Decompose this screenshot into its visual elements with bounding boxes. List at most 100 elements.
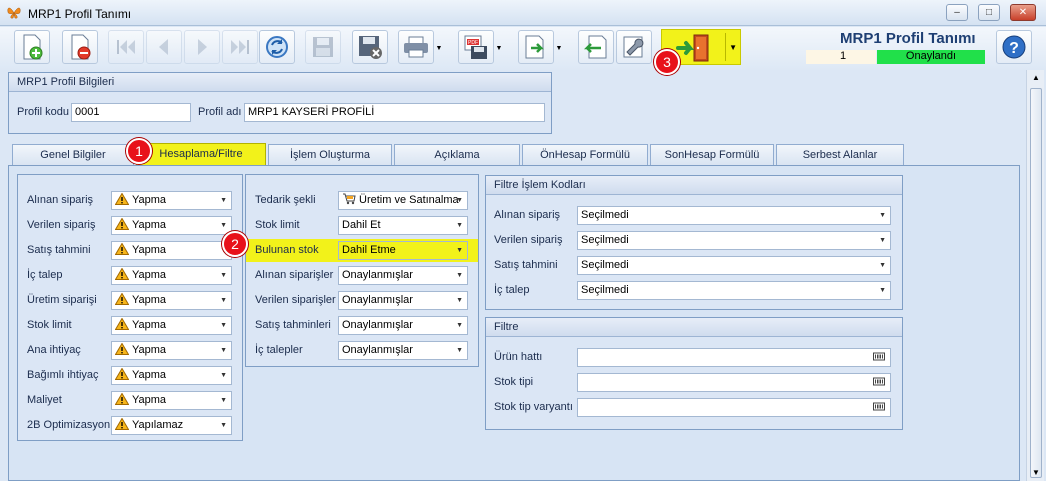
barcode-icon[interactable]: [873, 376, 887, 388]
warning-icon: [115, 218, 129, 230]
cancel-save-button[interactable]: [352, 30, 388, 64]
left-field-value: Yapma: [132, 369, 167, 381]
filter-code-label: Alınan sipariş: [494, 209, 561, 221]
tab-sonhesap-formulu[interactable]: SonHesap Formülü: [650, 144, 774, 165]
scroll-up-arrow[interactable]: ▲: [1027, 70, 1045, 86]
filter-code-select[interactable]: Seçilmedi ▼: [577, 206, 891, 225]
left-field-label: Stok limit: [27, 319, 72, 331]
help-icon: ?: [1002, 35, 1026, 59]
printer-icon: [404, 36, 428, 58]
left-field-select[interactable]: Yapma▼: [111, 216, 232, 235]
left-field-select[interactable]: Yapma▼: [111, 241, 232, 260]
barcode-icon[interactable]: [873, 401, 887, 413]
vertical-scrollbar[interactable]: ▲ ▼: [1026, 70, 1044, 481]
chevron-down-icon: ▼: [220, 347, 227, 354]
tab-serbest-alanlar[interactable]: Serbest Alanlar: [776, 144, 904, 165]
left-field-select[interactable]: Yapılamaz ▼: [111, 416, 232, 435]
mid-field-value: Onaylanmışlar: [342, 269, 413, 281]
print-dropdown-arrow[interactable]: ▼: [433, 31, 445, 65]
profile-name-input[interactable]: MRP1 KAYSERİ PROFİLİ: [244, 103, 545, 122]
chevron-down-icon: ▼: [456, 222, 463, 229]
chevron-down-icon: ▼: [456, 247, 463, 254]
settings-button[interactable]: [616, 30, 652, 64]
left-field-select[interactable]: Yapma ▼: [111, 341, 232, 360]
filter-input[interactable]: [577, 398, 891, 417]
mid-field-value: Dahil Etme: [342, 244, 396, 256]
help-button[interactable]: ?: [996, 30, 1032, 64]
transfer-dropdown-arrow[interactable]: ▼: [553, 31, 565, 65]
warning-icon: [115, 293, 129, 305]
import-button[interactable]: [578, 30, 614, 64]
filter-code-value: Seçilmedi: [581, 259, 629, 271]
tab-aciklama[interactable]: Açıklama: [394, 144, 520, 165]
next-record-button[interactable]: [184, 30, 220, 64]
export-pdf-button[interactable]: PDF ▼: [458, 30, 502, 64]
exit-door-icon: [676, 34, 709, 62]
filter-code-select[interactable]: Seçilmedi ▼: [577, 231, 891, 250]
left-field-label: Ana ihtiyaç: [27, 344, 81, 356]
left-field-select[interactable]: Yapma ▼: [111, 191, 232, 210]
left-field-select[interactable]: Yapma▼: [111, 366, 232, 385]
planning-options-group: Alınan sipariş Yapma ▼ Verilen sipariş Yapma…: [17, 174, 243, 441]
transfer-button[interactable]: ▼: [518, 30, 562, 64]
mid-field-select[interactable]: Onaylanmışlar ▼: [338, 291, 468, 310]
first-record-button[interactable]: [108, 30, 144, 64]
left-field-value: Yapma: [132, 344, 167, 356]
refresh-button[interactable]: [259, 30, 295, 64]
maximize-button[interactable]: □: [978, 4, 1000, 21]
save-icon: [313, 37, 333, 57]
export-dropdown-arrow[interactable]: ▼: [493, 31, 505, 65]
profile-code-label: Profil kodu: [17, 106, 69, 118]
last-record-button[interactable]: [222, 30, 258, 64]
left-field-value: Yapma: [132, 194, 167, 206]
barcode-icon[interactable]: [873, 351, 887, 363]
mid-field-select[interactable]: Dahil Et ▼: [338, 216, 468, 235]
profile-code-input[interactable]: 0001: [71, 103, 191, 122]
tab-islem-olusturma[interactable]: İşlem Oluşturma: [268, 144, 392, 165]
tab-panel: Alınan sipariş Yapma ▼ Verilen sipariş Yapma…: [8, 165, 1020, 481]
left-field-label: İç talep: [27, 269, 63, 281]
delete-record-button[interactable]: [62, 30, 98, 64]
left-field-select[interactable]: Yapma▼: [111, 316, 232, 335]
save-button[interactable]: [305, 30, 341, 64]
previous-record-button[interactable]: [146, 30, 182, 64]
warning-icon: [115, 393, 129, 405]
delete-document-icon: [71, 34, 91, 60]
left-field-label: Bağımlı ihtiyaç: [27, 369, 99, 381]
new-record-button[interactable]: [14, 30, 50, 64]
chevron-down-icon: ▼: [456, 297, 463, 304]
mid-field-label: Bulunan stok: [255, 244, 319, 256]
mid-field-select[interactable]: Onaylanmışlar ▼: [338, 266, 468, 285]
mid-field-select[interactable]: Onaylanmışlar ▼: [338, 316, 468, 335]
tab-hesaplama-filtre[interactable]: Hesaplama/Filtre: [136, 143, 266, 166]
chevron-down-icon: ▼: [220, 397, 227, 404]
print-button[interactable]: ▼: [398, 30, 442, 64]
left-field-select[interactable]: Yapma▼: [111, 391, 232, 410]
left-field-value: Yapma: [132, 294, 167, 306]
scroll-down-arrow[interactable]: ▼: [1027, 465, 1045, 481]
tab-onhesap-formulu[interactable]: ÖnHesap Formülü: [522, 144, 648, 165]
mid-field-value: Üretim ve Satınalma: [359, 194, 459, 206]
chevron-down-icon: ▼: [879, 237, 886, 244]
filter-input[interactable]: [577, 348, 891, 367]
filter-code-select[interactable]: Seçilmedi ▼: [577, 281, 891, 300]
filter-codes-group: Filtre İşlem Kodları Alınan sipariş Seçil…: [485, 175, 903, 310]
chevron-down-icon: ▼: [879, 212, 886, 219]
document-transfer-icon: [525, 35, 545, 59]
mid-field-select[interactable]: Üretim ve Satınalma ▼: [338, 191, 468, 210]
tab-genel-bilgiler[interactable]: Genel Bilgiler: [12, 144, 134, 165]
mid-field-select[interactable]: Dahil Etme ▼: [338, 241, 468, 260]
filter-input[interactable]: [577, 373, 891, 392]
scroll-thumb[interactable]: [1030, 88, 1042, 478]
profile-name-label: Profil adı: [198, 106, 242, 118]
mid-field-select[interactable]: Onaylanmışlar ▼: [338, 341, 468, 360]
left-field-select[interactable]: Yapma▼: [111, 266, 232, 285]
filter-code-select[interactable]: Seçilmedi ▼: [577, 256, 891, 275]
exit-dropdown-arrow[interactable]: ▼: [729, 43, 737, 52]
mid-field-value: Onaylanmışlar: [342, 319, 413, 331]
minimize-button[interactable]: –: [946, 4, 968, 21]
chevron-down-icon: ▼: [220, 197, 227, 204]
left-field-select[interactable]: Yapma▼: [111, 291, 232, 310]
document-import-icon: [583, 35, 607, 59]
close-window-button[interactable]: ✕: [1010, 4, 1036, 21]
